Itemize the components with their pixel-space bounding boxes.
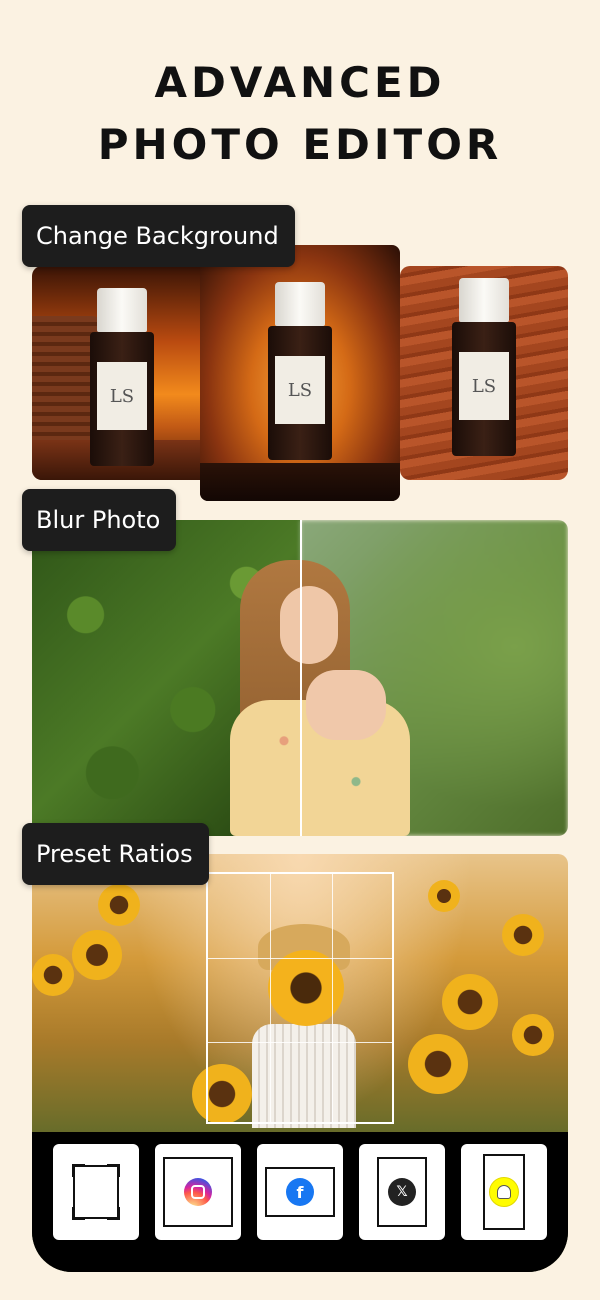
title-line-2: PHOTO EDITOR [97, 120, 503, 169]
crop-frame[interactable] [206, 872, 394, 1124]
background-sample-spotlight[interactable]: LS [200, 245, 400, 501]
ratio-instagram-button[interactable] [155, 1144, 241, 1240]
ratio-x-button[interactable]: 𝕏 [359, 1144, 445, 1240]
crop-frame-icon [72, 1164, 120, 1220]
x-icon: 𝕏 [388, 1178, 416, 1206]
bottle-logo: LS [275, 356, 325, 424]
snapchat-icon [489, 1177, 519, 1207]
page-title: ADVANCED PHOTO EDITOR [0, 52, 600, 176]
title-line-1: ADVANCED [154, 58, 446, 107]
facebook-icon: f [286, 1178, 314, 1206]
instagram-icon [184, 1178, 212, 1206]
product-bottle: LS [90, 288, 154, 466]
portrait-subject [210, 550, 420, 836]
feature-label-preset-ratios: Preset Ratios [22, 823, 209, 885]
bottle-logo: LS [97, 362, 147, 430]
ratio-facebook-button[interactable]: f [257, 1144, 343, 1240]
feature-label-change-background: Change Background [22, 205, 295, 267]
blur-comparison-photo[interactable] [32, 520, 568, 836]
product-bottle: LS [268, 282, 332, 460]
wood-stand [200, 463, 400, 501]
product-bottle: LS [452, 278, 516, 456]
bottle-logo: LS [459, 352, 509, 420]
ratio-toolbar: f 𝕏 [32, 1132, 568, 1272]
ratio-snapchat-button[interactable] [461, 1144, 547, 1240]
ratio-free-button[interactable] [53, 1144, 139, 1240]
background-sample-clay[interactable]: LS [400, 266, 568, 480]
feature-label-blur-photo: Blur Photo [22, 489, 177, 551]
background-sample-sunset[interactable]: LS [32, 266, 212, 480]
compare-slider-handle[interactable] [300, 520, 302, 836]
